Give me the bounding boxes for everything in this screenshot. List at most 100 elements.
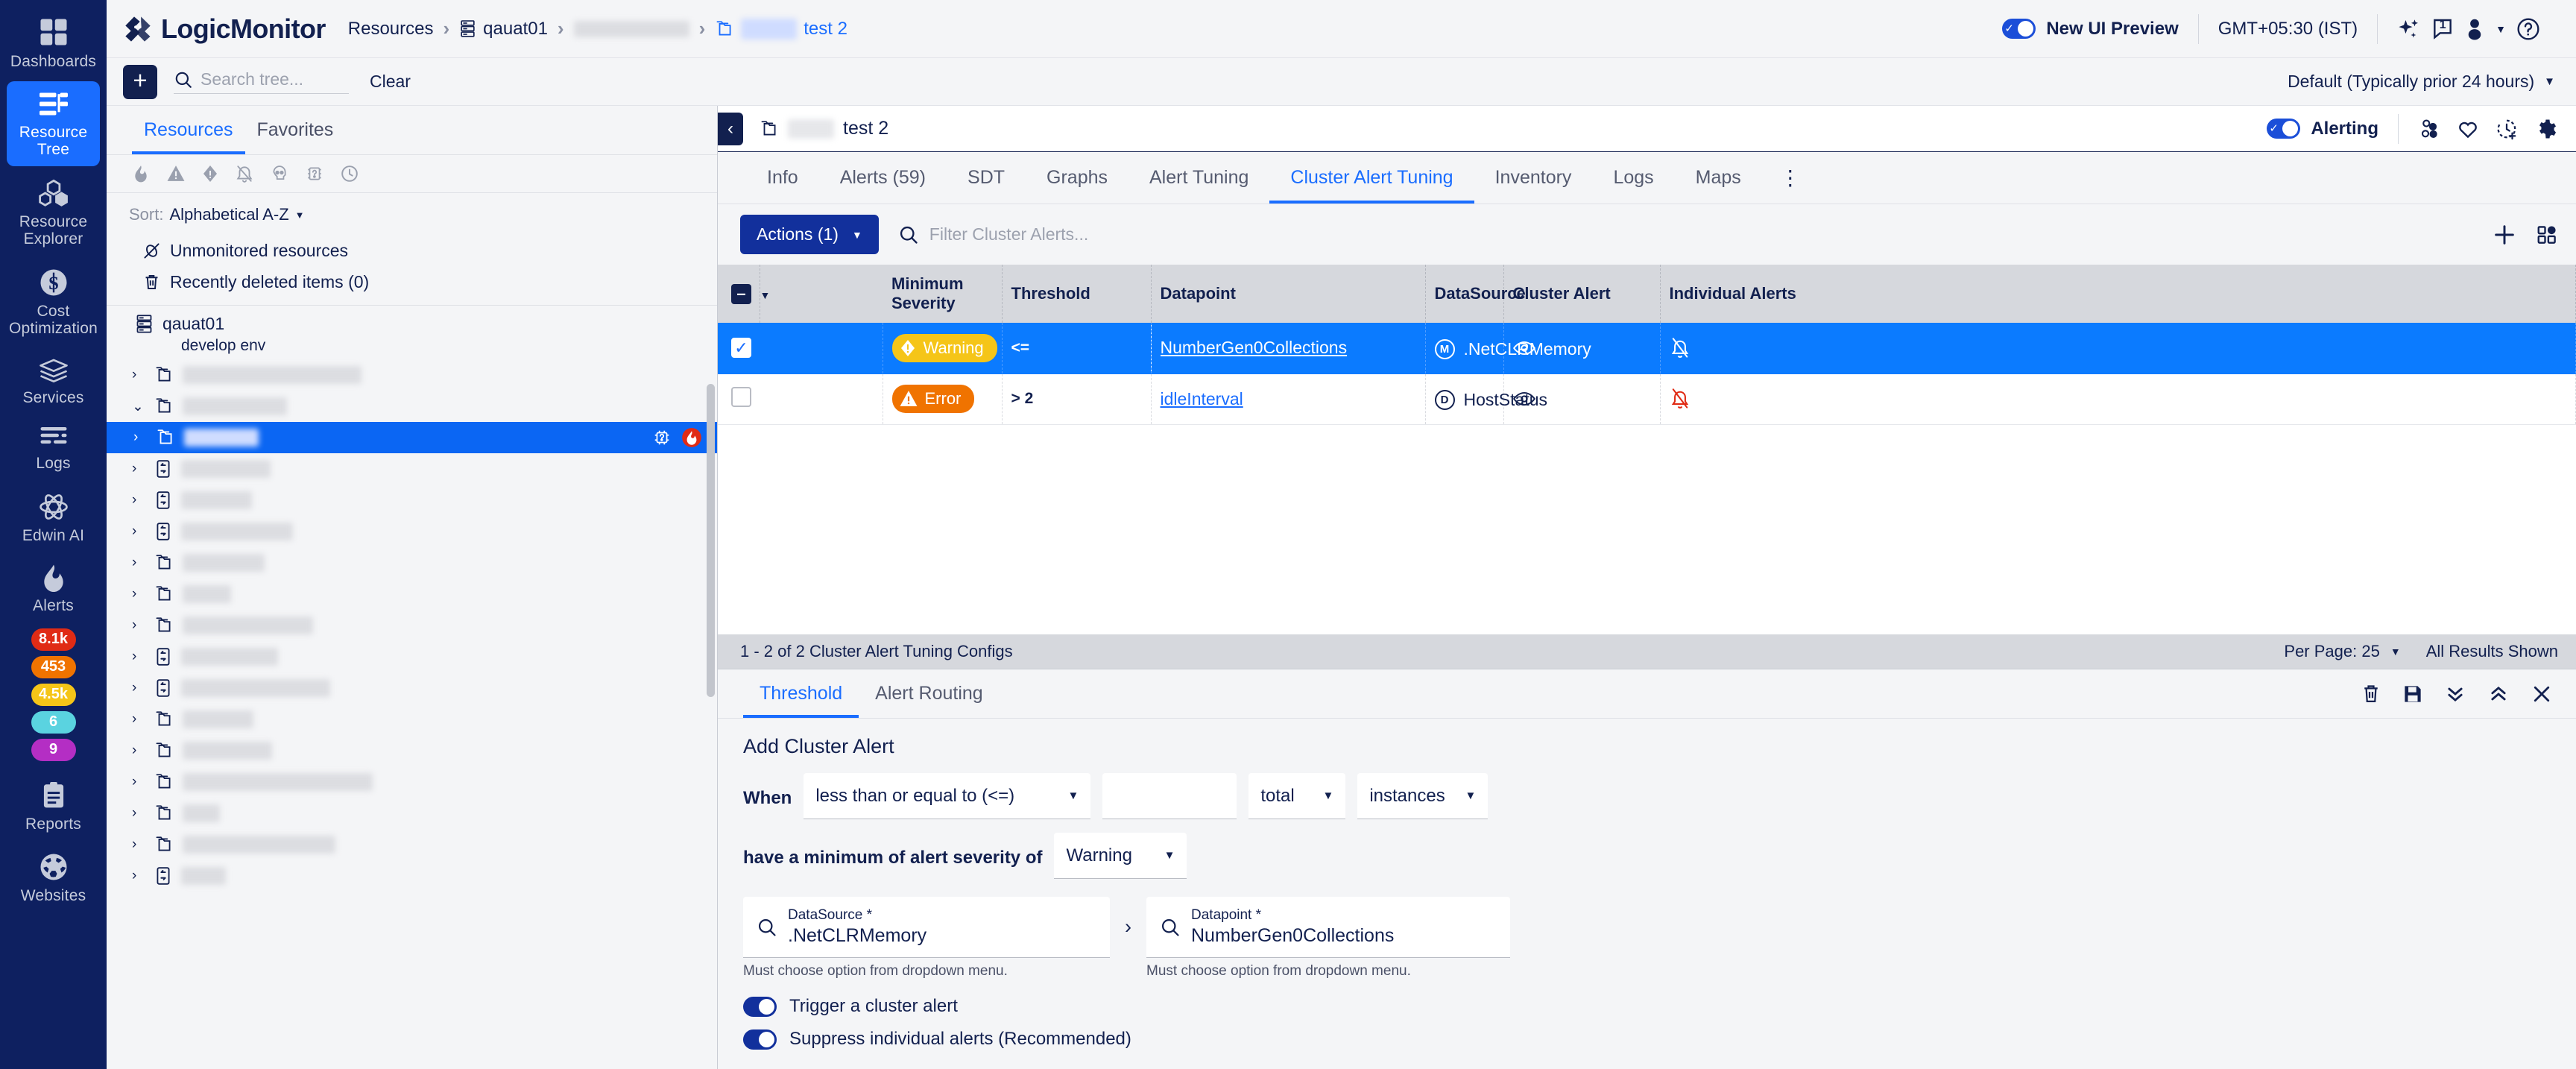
tab-alert-routing[interactable]: Alert Routing xyxy=(859,669,1000,718)
select-all-checkbox[interactable]: – xyxy=(731,283,751,304)
trigger-cluster-alert-toggle[interactable] xyxy=(743,996,777,1017)
sidebar-item-websites[interactable]: Websites xyxy=(7,843,100,912)
sidebar-item-resource-explorer[interactable]: Resource Explorer xyxy=(7,169,100,256)
chevron-right-icon[interactable]: › xyxy=(132,774,145,790)
tree-node[interactable]: › xyxy=(107,516,717,547)
chevron-right-icon[interactable]: › xyxy=(132,586,145,602)
tab-logs[interactable]: Logs xyxy=(1592,152,1674,204)
error-icon[interactable] xyxy=(167,165,185,184)
breadcrumb-item-resources[interactable]: Resources xyxy=(348,19,434,40)
alerting-toggle-group[interactable]: ✓ Alerting xyxy=(2247,119,2398,139)
sidebar-item-logs[interactable]: Logs xyxy=(7,417,100,480)
chevron-right-icon[interactable]: › xyxy=(133,429,147,446)
tree-node[interactable]: › xyxy=(107,453,717,485)
tab-alerts[interactable]: Alerts (59) xyxy=(819,152,947,204)
tree-node[interactable]: › xyxy=(107,704,717,735)
chevron-right-icon[interactable]: › xyxy=(132,617,145,634)
account-icon[interactable] xyxy=(2464,17,2485,41)
alert-pill-critical[interactable]: 8.1k xyxy=(31,628,76,651)
timezone-group[interactable]: GMT+05:30 (IST) xyxy=(2199,19,2377,40)
tree-node[interactable]: › xyxy=(107,610,717,641)
tree-node[interactable]: › xyxy=(107,641,717,672)
tree-node[interactable]: › xyxy=(107,422,717,453)
tree-node[interactable]: › xyxy=(107,798,717,829)
sidebar-item-resource-tree[interactable]: Resource Tree xyxy=(7,81,100,166)
clear-search-button[interactable]: Clear xyxy=(370,72,411,92)
column-header-individual-alerts[interactable]: Individual Alerts xyxy=(1660,265,2576,323)
chevron-right-icon[interactable]: › xyxy=(132,680,145,696)
chevron-right-icon[interactable]: › xyxy=(132,805,145,822)
cell-datapoint[interactable]: idleInterval xyxy=(1151,373,1426,425)
tree-node[interactable]: › xyxy=(107,860,717,892)
tab-sdt[interactable]: SDT xyxy=(947,152,1026,204)
tree-quick-link-unmonitored[interactable]: Unmonitored resources xyxy=(107,235,717,266)
datapoint-select[interactable]: Datapoint * NumberGen0Collections xyxy=(1146,897,1510,958)
chevron-right-icon[interactable]: › xyxy=(132,492,145,508)
cell-datapoint[interactable]: NumberGen0Collections xyxy=(1151,323,1426,374)
critical-icon[interactable] xyxy=(132,165,150,184)
column-header-threshold[interactable]: Threshold xyxy=(1002,265,1152,323)
close-icon[interactable] xyxy=(2531,684,2552,704)
warning-icon[interactable] xyxy=(202,165,218,184)
delete-icon[interactable] xyxy=(2361,684,2381,704)
datasource-select[interactable]: DataSource * .NetCLRMemory xyxy=(743,897,1110,958)
tab-resources[interactable]: Resources xyxy=(132,106,245,154)
bell-off-icon[interactable] xyxy=(1670,337,2567,359)
sdt-icon[interactable] xyxy=(236,165,253,184)
cell-individual-alerts[interactable] xyxy=(1660,323,2576,374)
row-checkbox-cell[interactable] xyxy=(718,373,760,425)
manage-icon[interactable] xyxy=(2418,118,2440,140)
alerting-toggle[interactable]: ✓ xyxy=(2267,119,2301,139)
favorite-icon[interactable] xyxy=(2457,118,2479,140)
cell-individual-alerts[interactable] xyxy=(1660,373,2576,425)
column-header-datapoint[interactable]: Datapoint xyxy=(1151,265,1426,323)
collapse-tree-button[interactable]: ‹ xyxy=(718,112,743,145)
tab-favorites[interactable]: Favorites xyxy=(245,106,346,154)
brand-logo[interactable]: LogicMonitor xyxy=(123,13,326,45)
new-ui-preview-toggle[interactable]: ✓ xyxy=(2002,19,2036,39)
tree-node[interactable]: › xyxy=(107,766,717,798)
clock-icon[interactable] xyxy=(341,165,359,184)
unit-select[interactable]: instances ▼ xyxy=(1357,773,1489,819)
tree-node[interactable]: › xyxy=(107,829,717,860)
chevron-right-icon[interactable]: › xyxy=(132,711,145,728)
chevron-down-icon[interactable]: ⌄ xyxy=(132,398,145,415)
settings-icon[interactable] xyxy=(2534,118,2557,140)
suppress-individual-alerts-toggle[interactable] xyxy=(743,1029,777,1050)
breadcrumb-item-device[interactable]: qauat01 xyxy=(459,19,548,40)
tab-threshold[interactable]: Threshold xyxy=(743,669,859,718)
alert-pill-info[interactable]: 6 xyxy=(31,710,76,734)
save-icon[interactable] xyxy=(2403,684,2422,704)
alert-pill-error[interactable]: 453 xyxy=(31,655,76,678)
chevron-down-icon[interactable]: ▼ xyxy=(760,289,771,301)
chevron-right-icon[interactable]: › xyxy=(132,367,145,383)
row-checkbox[interactable]: ✓ xyxy=(731,338,751,359)
column-header-datasource[interactable]: DataSource xyxy=(1425,265,1526,323)
column-header-minimum-severity[interactable]: Minimum Severity xyxy=(883,265,1003,323)
select-all-caret-header[interactable]: ▼ xyxy=(760,265,883,323)
tree-node[interactable]: › xyxy=(107,735,717,766)
filter-cluster-alerts-wrapper[interactable] xyxy=(898,224,1243,245)
tree-node[interactable]: › xyxy=(107,578,717,610)
actions-button[interactable]: Actions (1) ▼ xyxy=(740,215,879,254)
no-data-icon[interactable] xyxy=(306,165,323,184)
collapse-down-icon[interactable] xyxy=(2445,684,2466,704)
critical-alert-icon[interactable] xyxy=(681,427,702,448)
chevron-right-icon[interactable]: › xyxy=(132,868,145,884)
filter-cluster-alerts-input[interactable] xyxy=(929,224,1243,245)
tab-inventory[interactable]: Inventory xyxy=(1474,152,1593,204)
notification-icon[interactable]: 1 xyxy=(2431,17,2454,41)
sparkle-icon[interactable] xyxy=(2397,17,2421,41)
chevron-right-icon[interactable]: › xyxy=(132,523,145,540)
tab-info[interactable]: Info xyxy=(746,152,819,204)
tab-cluster-alert-tuning[interactable]: Cluster Alert Tuning xyxy=(1269,152,1474,204)
datapoint-link[interactable]: idleInterval xyxy=(1161,389,1243,409)
sdt-icon[interactable] xyxy=(2496,118,2518,140)
tab-maps[interactable]: Maps xyxy=(1675,152,1762,204)
chevron-right-icon[interactable]: › xyxy=(132,742,145,759)
per-page-selector[interactable]: Per Page: 25 ▼ xyxy=(2284,642,2400,661)
default-time-range-selector[interactable]: Default (Typically prior 24 hours) ▼ xyxy=(2288,72,2576,92)
column-settings-icon[interactable] xyxy=(2536,224,2558,246)
threshold-amount-input[interactable] xyxy=(1102,773,1237,819)
row-checkbox[interactable] xyxy=(731,386,751,407)
